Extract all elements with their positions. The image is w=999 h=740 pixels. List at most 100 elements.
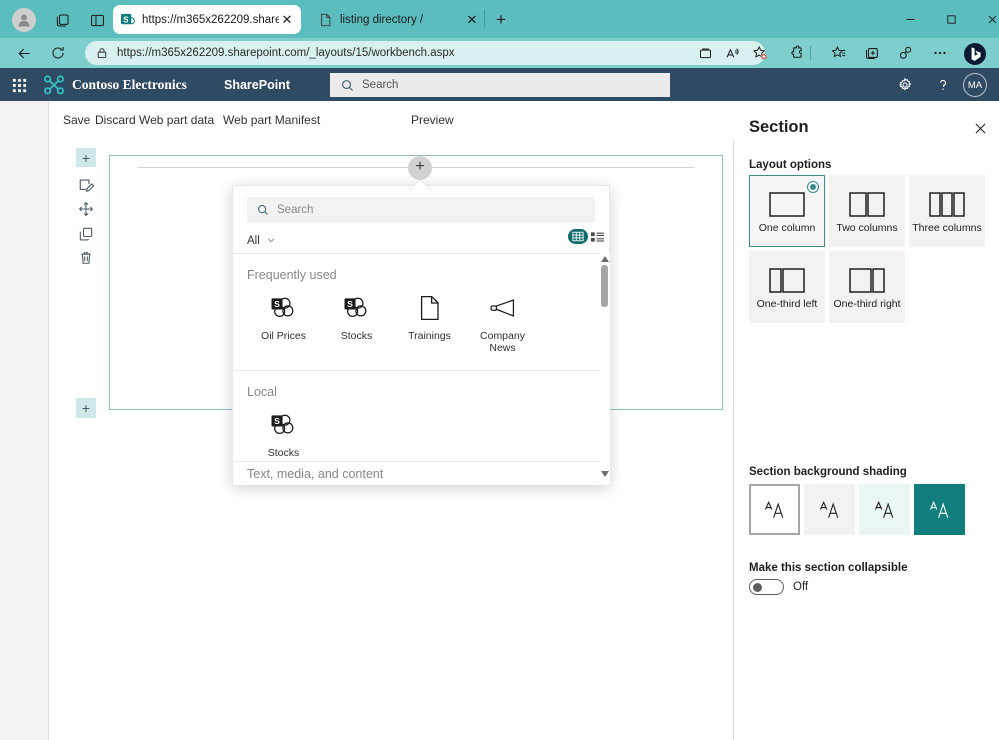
collapsible-label: Make this section collapsible: [749, 562, 908, 574]
shade-swatch-soft[interactable]: [859, 484, 910, 535]
tab-close-icon[interactable]: ✕: [279, 12, 295, 28]
brand-name[interactable]: Contoso Electronics: [72, 77, 187, 93]
webpart-item-company-news[interactable]: Company News: [466, 290, 539, 358]
preview-button[interactable]: Preview: [411, 113, 454, 127]
app-name[interactable]: SharePoint: [224, 78, 290, 92]
new-tab-button[interactable]: +: [491, 10, 511, 30]
webpart-picker-panel: Search All Frequently used S Oil Prices …: [232, 185, 610, 485]
help-icon[interactable]: [931, 73, 955, 97]
webpart-item-oil-prices[interactable]: S Oil Prices: [247, 290, 320, 358]
filter-label: All: [247, 235, 260, 247]
add-favorite-icon[interactable]: [748, 41, 772, 65]
shade-swatch-strong[interactable]: [914, 484, 965, 535]
user-avatar[interactable]: MA: [963, 73, 987, 97]
layout-option-one-third-right[interactable]: One-third right: [829, 251, 905, 323]
discard-button[interactable]: Discard: [95, 113, 136, 127]
webpart-label: Stocks: [340, 330, 373, 342]
browser-tab-inactive[interactable]: listing directory / ✕: [311, 5, 486, 34]
picker-callout-arrow: [409, 179, 431, 190]
edit-section-icon[interactable]: [77, 176, 95, 194]
read-aloud-icon[interactable]: [720, 41, 744, 65]
split-screen-icon[interactable]: [85, 8, 109, 32]
layout-options-label: Layout options: [749, 159, 832, 171]
tab-title: listing directory /: [340, 13, 424, 26]
panel-title: Section: [749, 118, 809, 136]
gear-icon[interactable]: [893, 73, 917, 97]
group-title-text-media-content: Text, media, and content: [247, 467, 384, 481]
workspaces-icon[interactable]: [50, 8, 74, 32]
list-view-toggle[interactable]: [591, 230, 604, 243]
layout-option-three-columns[interactable]: Three columns: [909, 175, 985, 247]
layout-label: One-third left: [756, 297, 818, 310]
add-section-button-top[interactable]: +: [76, 148, 96, 167]
address-bar[interactable]: https://m365x262209.sharepoint.com/_layo…: [85, 41, 765, 65]
page-icon: [415, 294, 445, 322]
add-webpart-button[interactable]: +: [408, 156, 432, 180]
scroll-down-arrow-icon[interactable]: [601, 470, 609, 478]
reload-icon[interactable]: [46, 41, 70, 65]
app-launcher-icon[interactable]: [8, 74, 30, 96]
chevron-down-icon: [266, 232, 276, 250]
add-section-button-bottom[interactable]: +: [76, 398, 96, 418]
web-part-manifest-button[interactable]: Web part Manifest: [223, 113, 320, 127]
shade-swatch-none[interactable]: [749, 484, 800, 535]
sharepoint-webpart-icon: S: [269, 411, 299, 439]
two-columns-icon: [849, 189, 885, 217]
close-icon[interactable]: [972, 120, 988, 136]
more-options-icon[interactable]: [928, 41, 952, 65]
extensions-icon[interactable]: [785, 41, 809, 65]
scroll-up-arrow-icon[interactable]: [601, 255, 609, 263]
one-column-icon: [769, 189, 805, 217]
browser-essentials-icon[interactable]: [894, 41, 918, 65]
favorites-list-icon[interactable]: [827, 41, 851, 65]
tab-close-icon[interactable]: ✕: [464, 12, 480, 28]
browser-profile-avatar[interactable]: [12, 8, 36, 32]
section-properties-panel: Section Layout options One column Two co…: [734, 101, 999, 740]
background-shading-group: [749, 484, 965, 535]
collapsible-toggle[interactable]: [749, 579, 784, 595]
duplicate-icon[interactable]: [77, 225, 95, 243]
window-minimize-button[interactable]: [895, 8, 925, 30]
move-icon[interactable]: [77, 200, 95, 218]
collections-icon[interactable]: [693, 41, 717, 65]
webpart-item-trainings[interactable]: Trainings: [393, 290, 466, 358]
toolbar-divider: [810, 46, 811, 60]
save-button[interactable]: Save: [63, 113, 90, 127]
webpart-item-local-stocks[interactable]: S Stocks: [247, 407, 320, 463]
group-title-local: Local: [247, 385, 277, 399]
layout-option-two-columns[interactable]: Two columns: [829, 175, 905, 247]
sharepoint-webpart-icon: S: [269, 294, 299, 322]
split-screen-icon[interactable]: [860, 41, 884, 65]
search-placeholder: Search: [277, 204, 314, 216]
tab-divider: [484, 10, 485, 28]
bing-copilot-icon[interactable]: [962, 41, 988, 67]
suite-bar: Contoso Electronics SharePoint Search MA: [0, 68, 999, 101]
search-placeholder: Search: [362, 79, 399, 91]
web-part-data-button[interactable]: Web part data: [139, 113, 214, 127]
window-maximize-button[interactable]: [936, 8, 966, 30]
picker-header: Search All: [233, 186, 609, 254]
sharepoint-search-input[interactable]: Search: [330, 73, 670, 97]
category-filter-dropdown[interactable]: All: [247, 232, 276, 250]
window-close-button[interactable]: [977, 8, 999, 30]
layout-option-one-column[interactable]: One column: [749, 175, 825, 247]
webpart-label: Stocks: [267, 447, 300, 459]
webpart-item-stocks[interactable]: S Stocks: [320, 290, 393, 358]
grid-view-toggle[interactable]: [568, 229, 588, 244]
delete-icon[interactable]: [77, 249, 95, 267]
browser-tab-active[interactable]: S https://m365x262209.sharepoin ✕: [113, 5, 301, 34]
picker-scrollbar-thumb[interactable]: [601, 265, 608, 307]
shade-swatch-neutral[interactable]: [804, 484, 855, 535]
layout-option-one-third-left[interactable]: One-third left: [749, 251, 825, 323]
svg-text:S: S: [274, 416, 280, 426]
picker-footer-group[interactable]: Text, media, and content: [233, 461, 609, 485]
back-arrow-icon[interactable]: [12, 41, 36, 65]
toggle-state-label: Off: [793, 581, 809, 593]
page-favicon: [317, 12, 333, 28]
plus-icon: +: [415, 158, 425, 175]
webpart-grid-frequently-used: S Oil Prices S Stocks Trainings Company …: [233, 282, 609, 370]
collapsible-toggle-row: Off: [749, 579, 808, 595]
webpart-search-input[interactable]: Search: [247, 197, 595, 223]
search-icon: [340, 78, 354, 92]
webpart-label: Oil Prices: [261, 330, 306, 342]
